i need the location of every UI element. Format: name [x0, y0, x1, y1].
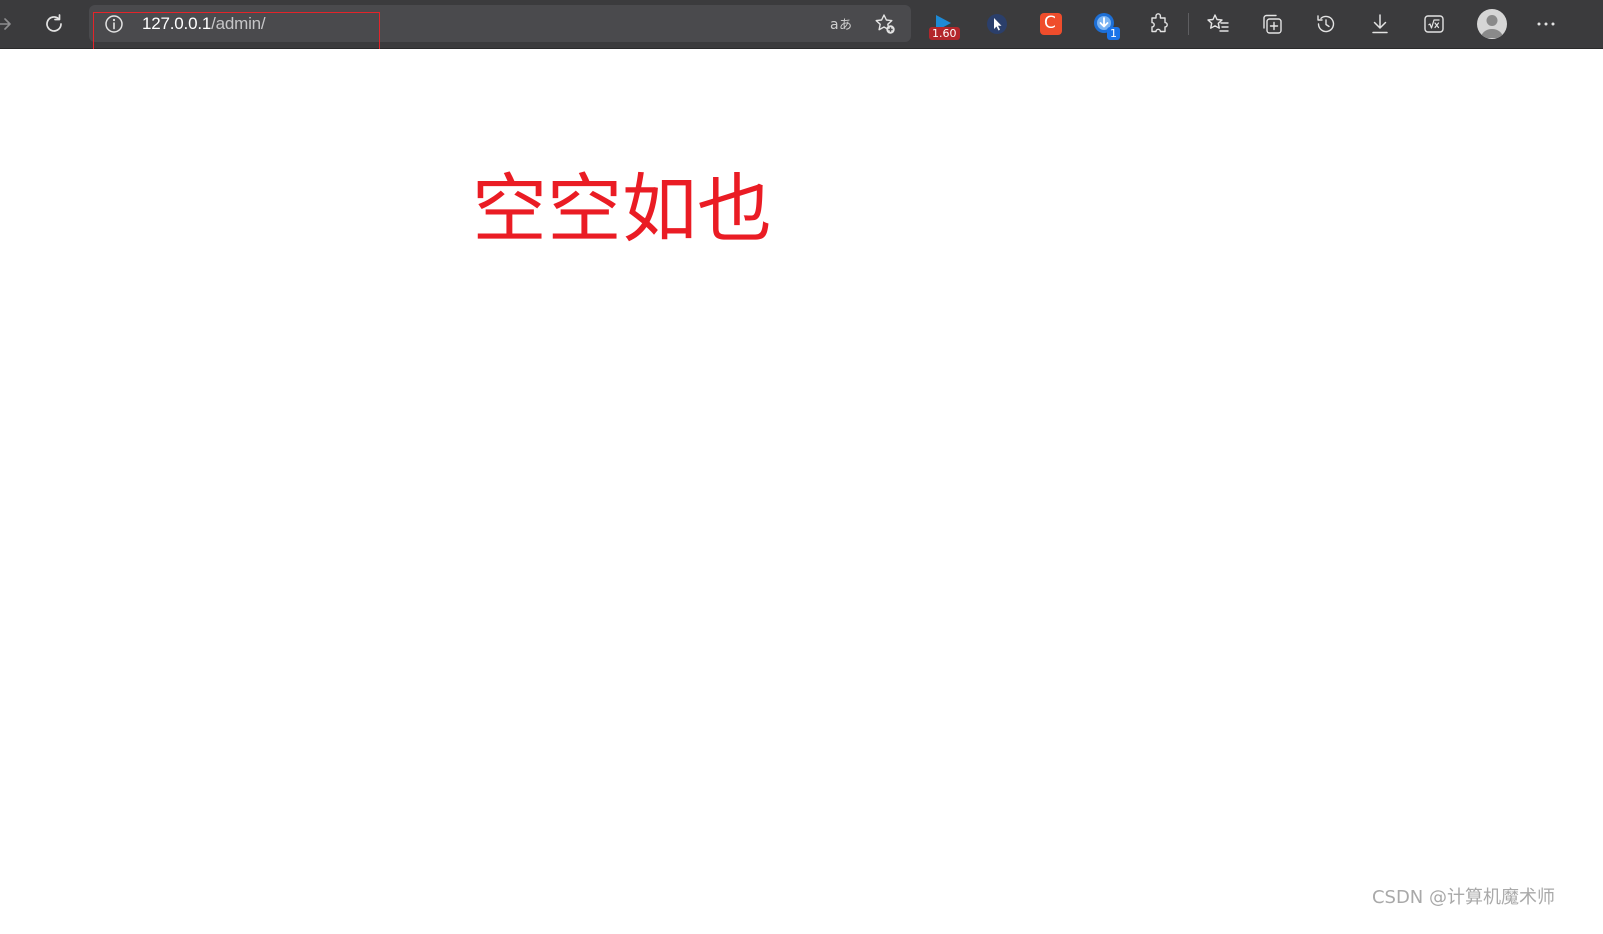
history-button[interactable]	[1308, 6, 1344, 42]
site-info-icon[interactable]	[103, 13, 125, 35]
cursor-icon	[987, 14, 1007, 34]
extensions-button[interactable]	[1141, 6, 1177, 42]
collections-button[interactable]	[1254, 6, 1290, 42]
puzzle-icon	[1151, 13, 1168, 33]
csdn-letter: C	[1044, 13, 1056, 33]
star-add-icon	[875, 14, 895, 34]
download-icon	[1372, 14, 1388, 34]
math-solver-icon	[1424, 15, 1444, 33]
arrow-right-icon	[0, 18, 11, 30]
favorites-star-icon	[1207, 14, 1229, 32]
svg-text:a: a	[830, 17, 839, 33]
video-speed-extension-button[interactable]: 1.60	[925, 6, 961, 42]
profile-avatar[interactable]	[1477, 9, 1507, 39]
refresh-button[interactable]	[36, 6, 72, 42]
svg-text:あ: あ	[839, 18, 852, 33]
browser-toolbar: 127.0.0.1/admin/ a あ 1.60 C 1	[0, 0, 1603, 52]
url-path: /admin/	[211, 14, 266, 33]
toolbar-divider	[1188, 13, 1189, 35]
collections-icon	[1263, 14, 1282, 34]
csdn-extension-button[interactable]: C	[1033, 6, 1069, 42]
history-clock-icon	[1317, 15, 1335, 33]
forward-button[interactable]	[0, 6, 22, 42]
downloader-badge: 1	[1107, 27, 1120, 40]
add-favorite-button[interactable]	[870, 10, 900, 38]
translate-button[interactable]: a あ	[826, 10, 856, 38]
url-text[interactable]: 127.0.0.1/admin/	[142, 13, 266, 34]
favorites-button[interactable]	[1200, 6, 1236, 42]
downloader-extension-button[interactable]: 1	[1087, 6, 1123, 42]
user-silhouette-icon	[1481, 15, 1503, 38]
address-bar[interactable]: 127.0.0.1/admin/ a あ	[89, 5, 911, 42]
cursor-extension-button[interactable]	[979, 6, 1015, 42]
translate-icon: a あ	[830, 17, 852, 33]
downloads-button[interactable]	[1362, 6, 1398, 42]
refresh-icon	[46, 14, 62, 32]
math-solver-button[interactable]	[1416, 6, 1452, 42]
more-menu-button[interactable]	[1528, 6, 1564, 42]
video-speed-badge: 1.60	[929, 27, 960, 40]
watermark-text: CSDN @计算机魔术师	[1371, 887, 1555, 908]
url-host: 127.0.0.1	[142, 14, 212, 33]
more-dots-icon	[1537, 22, 1555, 26]
page-content: 空空如也 CSDN @计算机魔术师	[0, 49, 1603, 934]
page-heading: 空空如也	[472, 165, 773, 253]
